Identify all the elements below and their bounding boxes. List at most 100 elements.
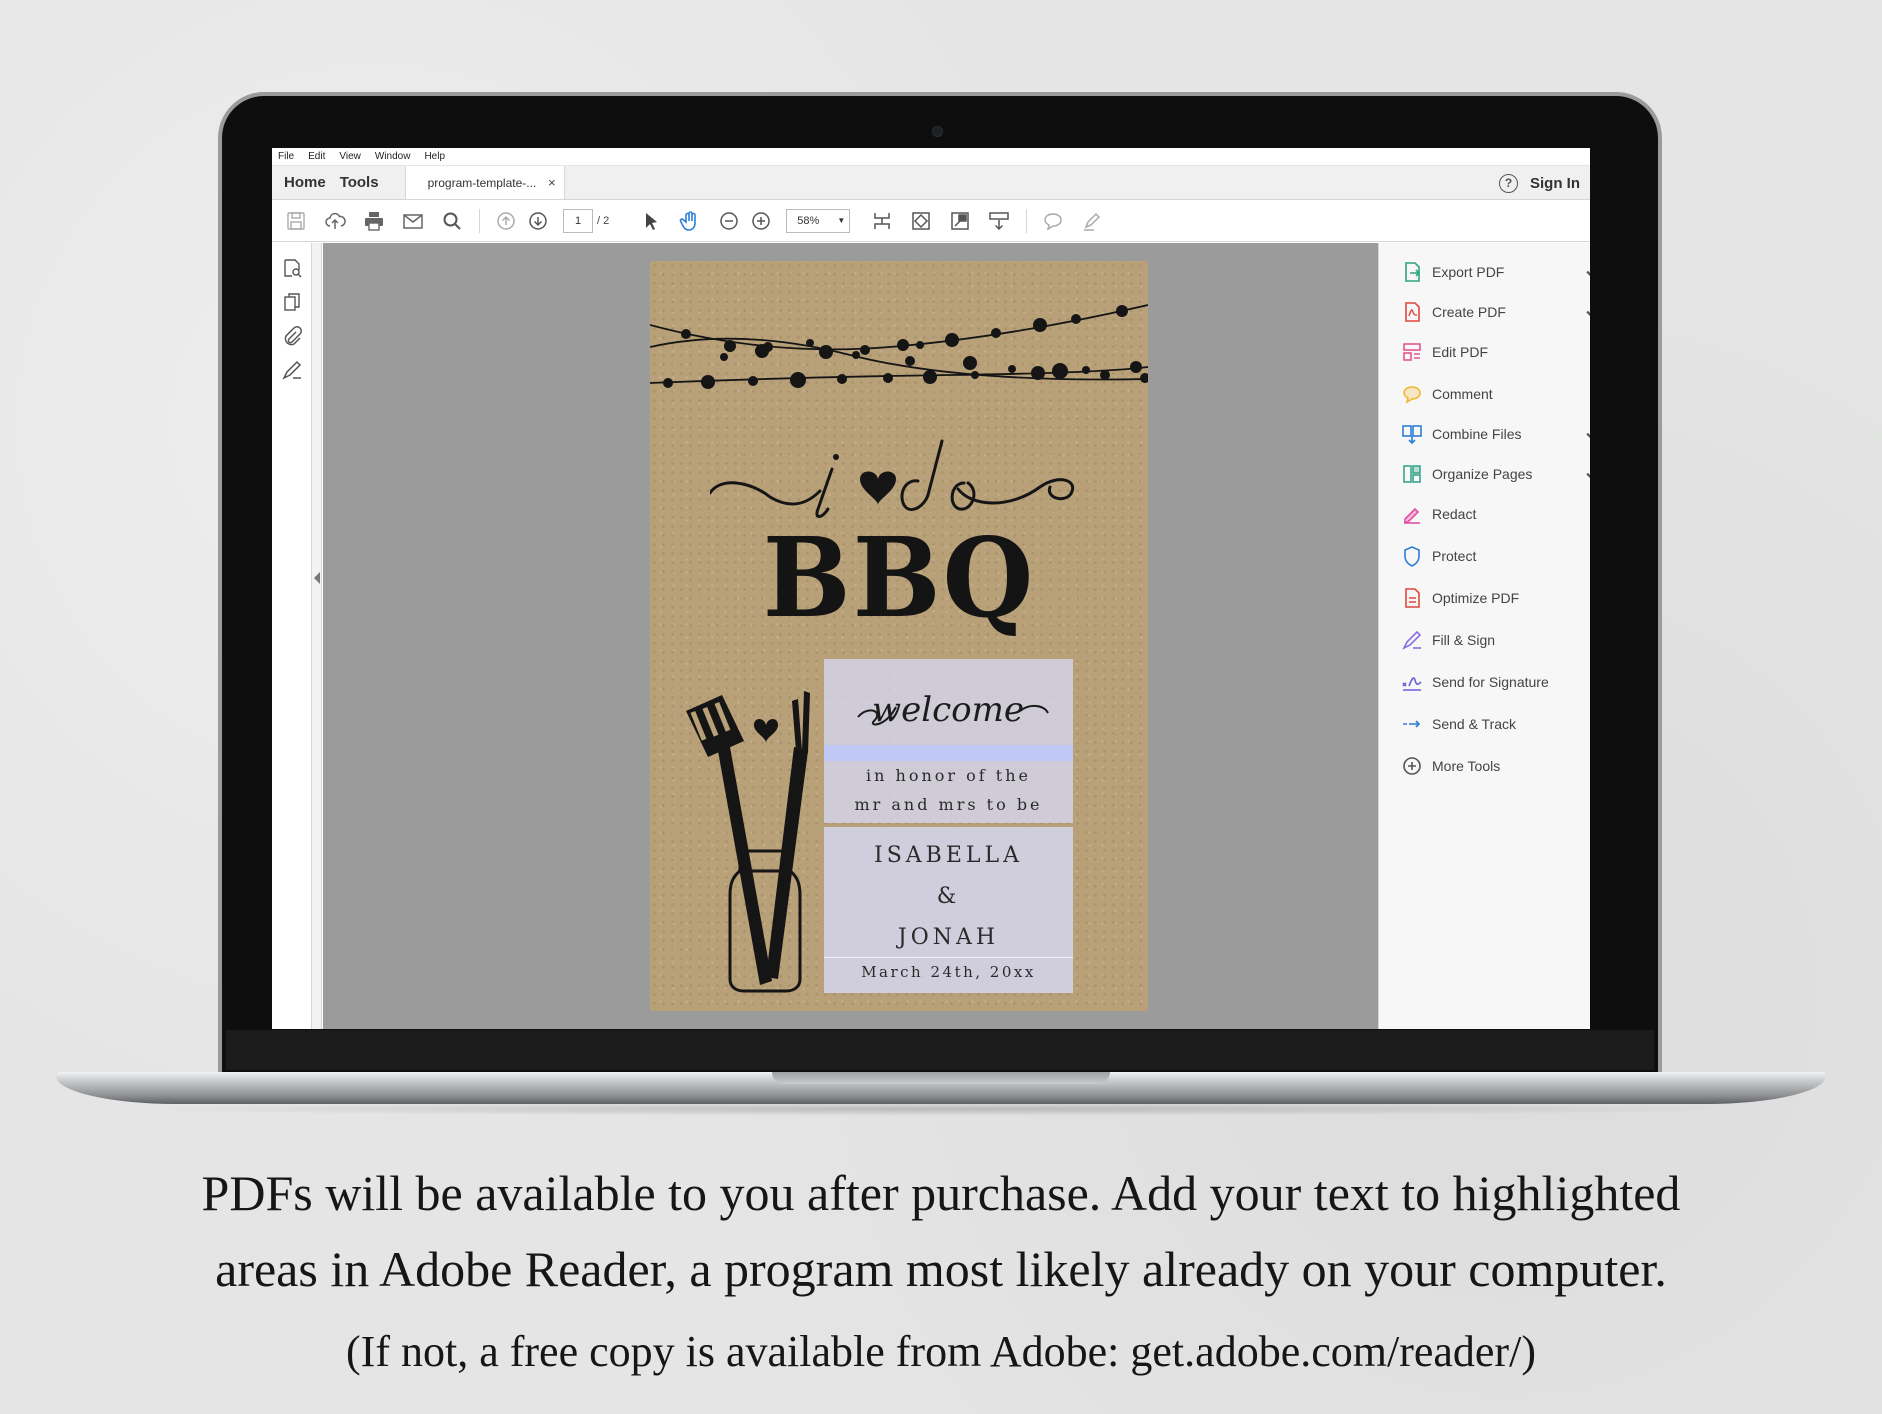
menu-view[interactable]: View	[339, 151, 361, 162]
tool-edit-pdf[interactable]: Edit PDF	[1401, 337, 1581, 367]
tool-redact[interactable]: Redact	[1401, 499, 1581, 529]
page-total: / 2	[597, 214, 610, 227]
tool-optimize-pdf[interactable]: Optimize PDF	[1401, 583, 1581, 613]
tool-send-track[interactable]: Send & Track	[1401, 709, 1581, 739]
edit-pdf-icon	[1403, 343, 1421, 361]
menu-edit[interactable]: Edit	[308, 151, 325, 162]
chevron-down-icon[interactable]	[1581, 425, 1590, 447]
next-page-icon[interactable]	[524, 207, 552, 235]
zoom-level-value: 58%	[797, 214, 820, 227]
previous-page-icon[interactable]	[492, 207, 520, 235]
send-track-icon	[1403, 720, 1421, 728]
webcam	[932, 126, 943, 137]
document-viewer[interactable]: BBQ welcome in honor of the mr and mrs t…	[323, 243, 1378, 1029]
menu-bar: File Edit View Window Help	[272, 148, 1590, 166]
highlighted-field-bar[interactable]	[824, 745, 1073, 761]
page-thumbnails-icon[interactable]	[272, 251, 312, 285]
bbq-title: BBQ	[762, 512, 1036, 643]
tool-label: More Tools	[1432, 758, 1501, 774]
tool-export-pdf[interactable]: Export PDF	[1401, 257, 1590, 287]
tool-comment[interactable]: Comment	[1401, 379, 1581, 409]
tool-send-for-signature[interactable]: Send for Signature	[1401, 667, 1581, 697]
grill-utensils-jar-illustration	[686, 691, 810, 993]
tool-create-pdf[interactable]: Create PDF	[1401, 297, 1590, 327]
tool-label: Optimize PDF	[1432, 590, 1520, 606]
caption-line-2: areas in Adobe Reader, a program most li…	[215, 1241, 1667, 1297]
collapse-pane-icon[interactable]	[314, 572, 320, 584]
menu-window[interactable]: Window	[375, 151, 411, 162]
acrobat-window: File Edit View Window Help Home Tools pr…	[272, 148, 1590, 1029]
select-cursor-icon[interactable]	[637, 207, 665, 235]
more-tools-icon	[1403, 757, 1421, 775]
laptop-chin	[226, 1030, 1654, 1070]
email-icon[interactable]	[399, 207, 427, 235]
tool-label: Protect	[1432, 548, 1477, 564]
signatures-icon[interactable]	[272, 353, 312, 387]
tab-home[interactable]: Home	[272, 166, 338, 199]
attachments-icon[interactable]	[272, 319, 312, 353]
welcome-form-field[interactable]: welcome in honor of the mr and mrs to be	[824, 659, 1073, 823]
tools-pane: Export PDF Create PDF Edit PDF Comment Combi…	[1378, 243, 1590, 1029]
name-1: ISABELLA	[874, 843, 1023, 868]
laptop-notch	[772, 1072, 1110, 1084]
couple-names: ISABELLA & JONAH	[824, 835, 1073, 958]
scroll-mode-icon[interactable]	[868, 207, 896, 235]
comment-tool-icon[interactable]	[1039, 207, 1067, 235]
fit-page-icon[interactable]	[907, 207, 935, 235]
tool-more-tools[interactable]: More Tools	[1401, 751, 1581, 781]
tool-combine-files[interactable]: Combine Files	[1401, 419, 1590, 449]
menu-help[interactable]: Help	[424, 151, 445, 162]
chevron-down-icon[interactable]	[1581, 465, 1590, 487]
page-number-input[interactable]: 1	[563, 208, 593, 233]
caption-line-3: (If not, a free copy is available from A…	[346, 1327, 1536, 1376]
export-pdf-icon	[1405, 262, 1421, 282]
read-mode-icon[interactable]	[985, 207, 1013, 235]
pane-divider[interactable]	[312, 243, 322, 1029]
tool-label: Edit PDF	[1432, 344, 1489, 360]
chevron-down-icon[interactable]	[1581, 303, 1590, 325]
bookmarks-icon[interactable]	[272, 285, 312, 319]
honor-text: in honor of the mr and mrs to be	[824, 761, 1073, 819]
tab-tools[interactable]: Tools	[338, 166, 391, 199]
name-2: JONAH	[897, 925, 1000, 950]
fill-sign-icon	[1402, 630, 1422, 650]
create-pdf-icon	[1405, 302, 1420, 322]
help-icon[interactable]: ?	[1499, 173, 1518, 193]
toolbar-separator-2	[1026, 208, 1028, 233]
close-tab-icon[interactable]: ×	[548, 175, 556, 190]
event-date: March 24th, 20xx	[824, 957, 1073, 985]
ampersand: &	[936, 884, 961, 909]
tool-label: Export PDF	[1432, 264, 1505, 280]
honor-line-1: in honor of the	[866, 766, 1031, 785]
search-icon[interactable]	[438, 207, 466, 235]
left-navigation-pane	[272, 243, 312, 1029]
tool-label: Create PDF	[1432, 304, 1506, 320]
tool-label: Fill & Sign	[1432, 632, 1496, 648]
tool-fill-sign[interactable]: Fill & Sign	[1401, 625, 1581, 655]
chevron-down-icon[interactable]	[1581, 263, 1590, 285]
tab-bar: Home Tools program-template-... × ? Sign…	[272, 166, 1590, 200]
zoom-level-select[interactable]: 58% ▼	[786, 208, 851, 233]
sign-in-button[interactable]: Sign In	[1530, 175, 1580, 192]
tab-document[interactable]: program-template-... ×	[404, 166, 565, 199]
optimize-pdf-icon	[1405, 588, 1420, 608]
combine-files-icon	[1402, 425, 1422, 445]
zoom-in-icon[interactable]	[747, 207, 775, 235]
honor-line-2: mr and mrs to be	[854, 795, 1043, 814]
names-form-field[interactable]: ISABELLA & JONAH March 24th, 20xx	[824, 827, 1073, 993]
save-icon[interactable]	[282, 207, 310, 235]
full-screen-icon[interactable]	[946, 207, 974, 235]
print-icon[interactable]	[360, 207, 388, 235]
tool-organize-pages[interactable]: Organize Pages	[1401, 459, 1590, 489]
tool-protect[interactable]: Protect	[1401, 541, 1581, 571]
redact-icon	[1404, 507, 1420, 524]
menu-file[interactable]: File	[278, 151, 294, 162]
send-signature-icon	[1402, 677, 1422, 691]
highlight-pen-icon[interactable]	[1078, 207, 1106, 235]
hand-tool-icon[interactable]	[676, 207, 704, 235]
upload-cloud-icon[interactable]	[321, 207, 349, 235]
tab-document-label: program-template-...	[427, 175, 537, 190]
tool-label: Redact	[1432, 506, 1477, 522]
tool-label: Send & Track	[1432, 716, 1517, 732]
zoom-out-icon[interactable]	[715, 207, 743, 235]
